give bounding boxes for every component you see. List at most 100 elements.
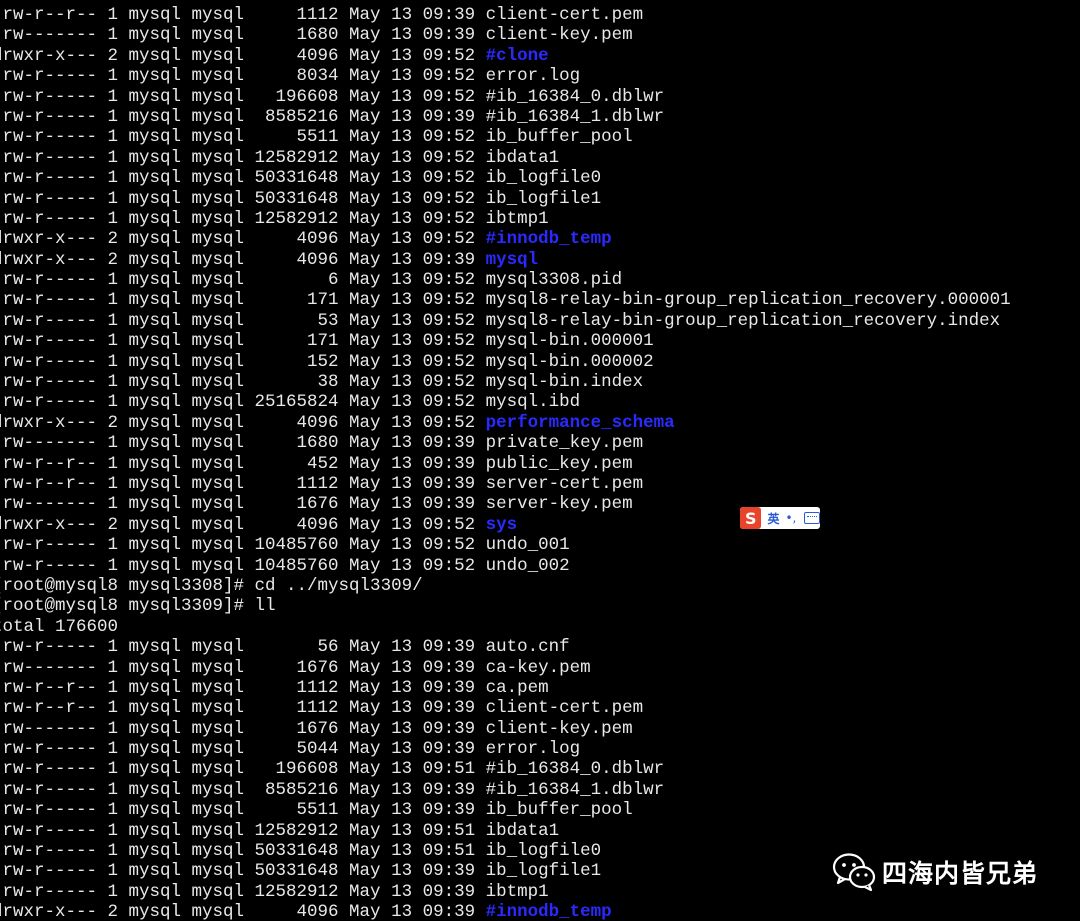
file-name: ib_buffer_pool: [485, 127, 633, 148]
line-text: -rw-r--r-- 1 mysql mysql 452 May 13 09:3…: [0, 453, 486, 474]
file-name: ca-key.pem: [485, 657, 591, 678]
file-name: client-cert.pem: [485, 698, 644, 719]
terminal-line: drwxr-x--- 2 mysql mysql 4096 May 13 09:…: [0, 515, 1011, 535]
file-name: ib_logfile1: [485, 861, 602, 882]
line-text: -rw------- 1 mysql mysql 1680 May 13 09:…: [0, 25, 486, 46]
file-name: mysql8-relay-bin-group_replication_recov…: [485, 310, 1001, 331]
terminal-line: -rw-r----- 1 mysql mysql 8585216 May 13 …: [0, 780, 1011, 800]
line-text: -rw-r----- 1 mysql mysql 50331648 May 13…: [0, 841, 486, 862]
terminal-line: -rw-r----- 1 mysql mysql 171 May 13 09:5…: [0, 290, 1011, 310]
line-text: -rw-r--r-- 1 mysql mysql 1112 May 13 09:…: [0, 698, 486, 719]
file-name: ib_logfile0: [485, 841, 602, 862]
terminal-line: -rw-r----- 1 mysql mysql 12582912 May 13…: [0, 148, 1011, 168]
terminal-line: -rw-r----- 1 mysql mysql 5511 May 13 09:…: [0, 800, 1011, 820]
line-text: -rw-r----- 1 mysql mysql 8585216 May 13 …: [0, 779, 486, 800]
line-text: -rw------- 1 mysql mysql 1676 May 13 09:…: [0, 657, 486, 678]
terminal-line: -rw-r----- 1 mysql mysql 10485760 May 13…: [0, 535, 1011, 555]
terminal-line: -rw------- 1 mysql mysql 1676 May 13 09:…: [0, 658, 1011, 678]
terminal-line: -rw-r----- 1 mysql mysql 53 May 13 09:52…: [0, 311, 1011, 331]
line-text: -rw-r----- 1 mysql mysql 50331648 May 13…: [0, 188, 486, 209]
terminal-line: -rw-r----- 1 mysql mysql 8034 May 13 09:…: [0, 66, 1011, 86]
terminal-line: -rw------- 1 mysql mysql 1680 May 13 09:…: [0, 25, 1011, 45]
line-text: [root@mysql8 mysql3308]# cd ../mysql3309…: [0, 575, 423, 596]
file-name: mysql.ibd: [485, 392, 581, 413]
line-text: total 176600: [0, 616, 119, 637]
terminal-window[interactable]: -rw-r--r-- 1 mysql mysql 1112 May 13 09:…: [0, 0, 1080, 921]
file-name: auto.cnf: [485, 637, 570, 658]
terminal-line: -rw-r--r-- 1 mysql mysql 1112 May 13 09:…: [0, 698, 1011, 718]
file-name: #ib_16384_0.dblwr: [485, 86, 665, 107]
file-name: ib_logfile1: [485, 188, 602, 209]
directory-name: #innodb_temp: [485, 229, 612, 250]
directory-name: #clone: [485, 45, 549, 66]
watermark: 四海内皆兄弟: [832, 850, 1038, 894]
file-name: #ib_16384_1.dblwr: [485, 779, 665, 800]
terminal-line: -rw-r----- 1 mysql mysql 6 May 13 09:52 …: [0, 270, 1011, 290]
line-text: -rw-r----- 1 mysql mysql 12582912 May 13…: [0, 820, 486, 841]
terminal-line: -rw-r----- 1 mysql mysql 5044 May 13 09:…: [0, 739, 1011, 759]
file-name: mysql-bin.index: [485, 372, 644, 393]
terminal-line: -rw-r----- 1 mysql mysql 12582912 May 13…: [0, 821, 1011, 841]
terminal-line: -rw------- 1 mysql mysql 1676 May 13 09:…: [0, 494, 1011, 514]
terminal-line: -rw-r----- 1 mysql mysql 152 May 13 09:5…: [0, 352, 1011, 372]
file-name: #ib_16384_0.dblwr: [485, 759, 665, 780]
wechat-icon: [832, 853, 876, 892]
terminal-line: -rw------- 1 mysql mysql 1680 May 13 09:…: [0, 433, 1011, 453]
file-name: mysql8-relay-bin-group_replication_recov…: [485, 290, 1011, 311]
terminal-line: -rw-r----- 1 mysql mysql 196608 May 13 0…: [0, 87, 1011, 107]
line-text: -rw-r----- 1 mysql mysql 8034 May 13 09:…: [0, 66, 486, 87]
terminal-line: [root@mysql8 mysql3308]# cd ../mysql3309…: [0, 576, 1011, 596]
file-name: ibtmp1: [485, 208, 549, 229]
line-text: -rw-r----- 1 mysql mysql 5511 May 13 09:…: [0, 127, 486, 148]
file-name: server-cert.pem: [485, 473, 644, 494]
file-name: error.log: [485, 66, 581, 87]
line-text: drwxr-x--- 2 mysql mysql 4096 May 13 09:…: [0, 412, 486, 433]
line-text: [root@mysql8 mysql3309]# ll: [0, 596, 276, 617]
terminal-line: -rw-r----- 1 mysql mysql 10485760 May 13…: [0, 556, 1011, 576]
line-text: -rw-r----- 1 mysql mysql 12582912 May 13…: [0, 881, 486, 902]
line-text: -rw-r----- 1 mysql mysql 6 May 13 09:52: [0, 270, 486, 291]
line-text: -rw------- 1 mysql mysql 1680 May 13 09:…: [0, 433, 486, 454]
file-name: ca.pem: [485, 677, 549, 698]
terminal-line: -rw-r----- 1 mysql mysql 38 May 13 09:52…: [0, 372, 1011, 392]
terminal-line: drwxr-x--- 2 mysql mysql 4096 May 13 09:…: [0, 250, 1011, 270]
directory-name: performance_schema: [485, 412, 675, 433]
line-text: -rw-r----- 1 mysql mysql 12582912 May 13…: [0, 147, 486, 168]
line-text: -rw-r----- 1 mysql mysql 171 May 13 09:5…: [0, 290, 486, 311]
terminal-line: -rw------- 1 mysql mysql 1676 May 13 09:…: [0, 719, 1011, 739]
line-text: -rw-r----- 1 mysql mysql 196608 May 13 0…: [0, 86, 486, 107]
keyboard-icon[interactable]: [804, 512, 820, 524]
line-text: -rw-r----- 1 mysql mysql 196608 May 13 0…: [0, 759, 486, 780]
line-text: -rw-r--r-- 1 mysql mysql 1112 May 13 09:…: [0, 677, 486, 698]
terminal-line: drwxr-x--- 2 mysql mysql 4096 May 13 09:…: [0, 413, 1011, 433]
terminal-line: drwxr-x--- 2 mysql mysql 4096 May 13 09:…: [0, 46, 1011, 66]
file-name: client-key.pem: [485, 25, 633, 46]
ime-toolbar[interactable]: S 英 •,: [740, 507, 820, 529]
line-text: -rw-r----- 1 mysql mysql 5044 May 13 09:…: [0, 739, 486, 760]
terminal-line: -rw-r----- 1 mysql mysql 196608 May 13 0…: [0, 759, 1011, 779]
terminal-line: -rw-r----- 1 mysql mysql 50331648 May 13…: [0, 168, 1011, 188]
terminal-line: -rw-r----- 1 mysql mysql 50331648 May 13…: [0, 189, 1011, 209]
line-text: drwxr-x--- 2 mysql mysql 4096 May 13 09:…: [0, 902, 486, 921]
terminal-line: -rw-r----- 1 mysql mysql 171 May 13 09:5…: [0, 331, 1011, 351]
terminal-line: drwxr-x--- 2 mysql mysql 4096 May 13 09:…: [0, 902, 1011, 921]
line-text: -rw-r----- 1 mysql mysql 50331648 May 13…: [0, 168, 486, 189]
ime-punctuation-toggle[interactable]: •,: [785, 511, 796, 525]
file-name: error.log: [485, 739, 581, 760]
line-text: -rw-r----- 1 mysql mysql 12582912 May 13…: [0, 208, 486, 229]
file-name: mysql-bin.000002: [485, 351, 654, 372]
terminal-line: -rw-r--r-- 1 mysql mysql 1112 May 13 09:…: [0, 678, 1011, 698]
file-name: undo_001: [485, 535, 570, 556]
file-name: private_key.pem: [485, 433, 644, 454]
line-text: -rw-r--r-- 1 mysql mysql 1112 May 13 09:…: [0, 5, 486, 25]
ime-language-toggle[interactable]: 英: [767, 510, 779, 527]
line-text: drwxr-x--- 2 mysql mysql 4096 May 13 09:…: [0, 45, 486, 66]
directory-name: #innodb_temp: [485, 902, 612, 921]
file-name: ibdata1: [485, 820, 560, 841]
terminal-line: -rw-r--r-- 1 mysql mysql 1112 May 13 09:…: [0, 5, 1011, 25]
terminal-line: -rw-r----- 1 mysql mysql 25165824 May 13…: [0, 392, 1011, 412]
line-text: drwxr-x--- 2 mysql mysql 4096 May 13 09:…: [0, 249, 486, 270]
ime-logo-icon[interactable]: S: [740, 507, 762, 529]
terminal-line: -rw-r----- 1 mysql mysql 5511 May 13 09:…: [0, 127, 1011, 147]
terminal-line: -rw-r----- 1 mysql mysql 8585216 May 13 …: [0, 107, 1011, 127]
